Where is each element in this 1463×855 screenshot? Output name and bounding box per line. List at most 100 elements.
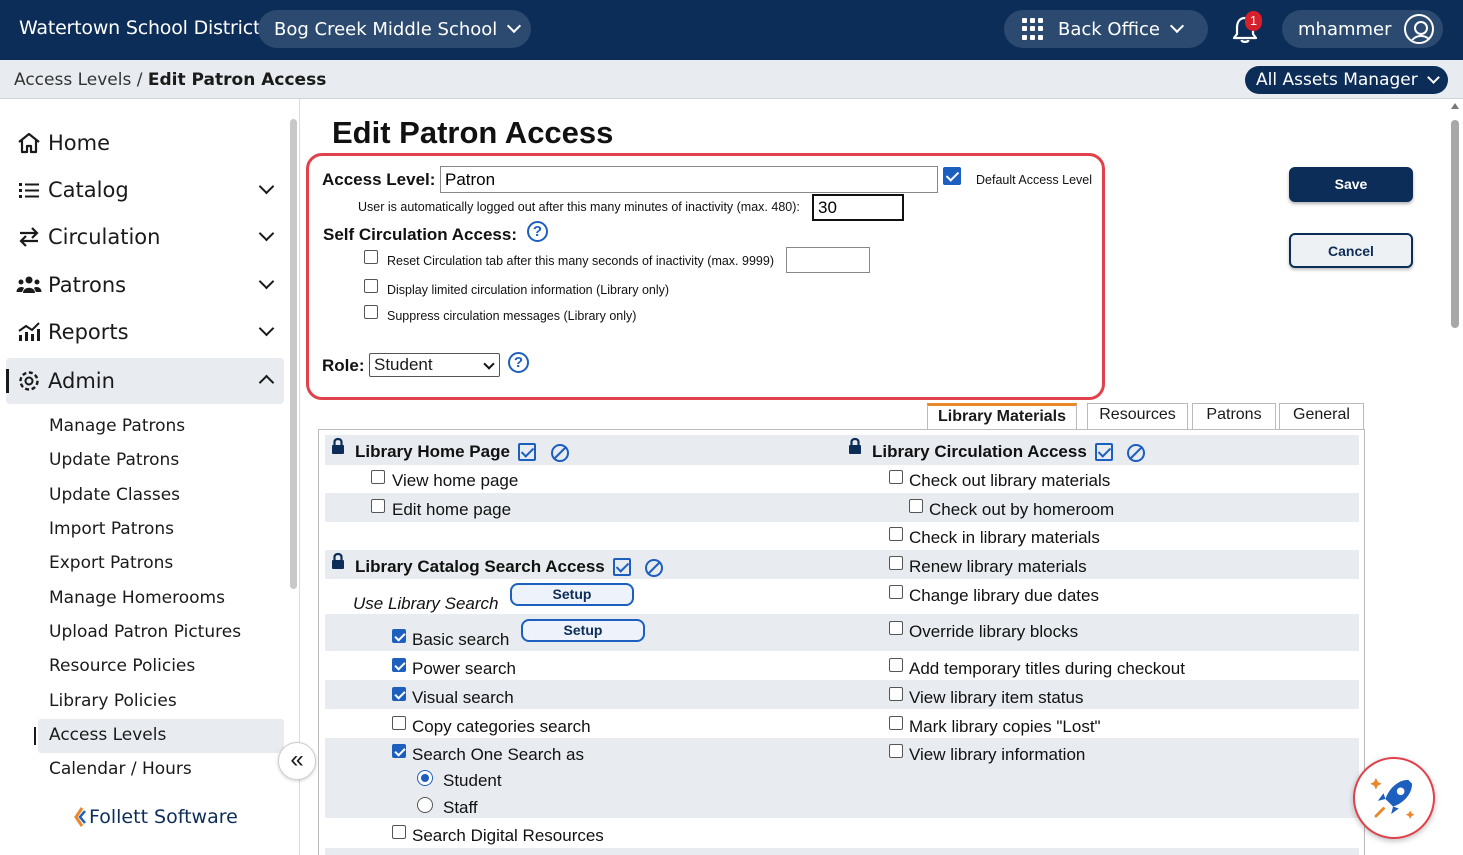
app-switcher[interactable]: Back Office: [1004, 10, 1208, 48]
edit-home-page-checkbox[interactable]: [371, 499, 385, 513]
limited-circulation-label: Display limited circulation information …: [387, 283, 670, 297]
user-menu[interactable]: mhammer: [1282, 10, 1443, 48]
sidebar-item-circulation[interactable]: Circulation: [6, 214, 284, 260]
suppress-messages-checkbox[interactable]: [364, 305, 378, 319]
select-all-check-icon[interactable]: [518, 443, 536, 461]
access-level-input[interactable]: [440, 166, 938, 193]
setup-button[interactable]: Setup: [510, 583, 634, 606]
section-library-catalog-search: Library Catalog Search Access: [355, 557, 605, 576]
sidebar-sub-upload-patron-pictures[interactable]: Upload Patron Pictures: [38, 616, 284, 650]
digital-resources-checkbox[interactable]: [392, 825, 406, 839]
chevron-down-icon: [258, 178, 275, 195]
help-icon[interactable]: ?: [508, 352, 529, 373]
tab-general[interactable]: General: [1279, 403, 1364, 430]
visual-search-checkbox[interactable]: [392, 687, 406, 701]
sidebar-sub-manage-patrons[interactable]: Manage Patrons: [38, 410, 284, 444]
check-in-checkbox[interactable]: [889, 527, 903, 541]
sidebar-sub-calendar-hours[interactable]: Calendar / Hours: [38, 753, 284, 787]
breadcrumb-access-levels[interactable]: Access Levels: [14, 70, 131, 90]
tab-resources[interactable]: Resources: [1087, 403, 1188, 430]
sidebar-item-catalog[interactable]: Catalog: [6, 167, 284, 213]
clear-all-icon[interactable]: [551, 444, 569, 462]
sidebar-item-label: Reports: [48, 320, 129, 344]
library-info-checkbox[interactable]: [889, 744, 903, 758]
chart-icon: [18, 322, 40, 341]
clear-all-icon[interactable]: [1127, 444, 1145, 462]
sidebar-item-home[interactable]: Home: [6, 120, 284, 166]
sidebar-item-label: Circulation: [48, 225, 161, 249]
check-out-homeroom-checkbox[interactable]: [909, 499, 923, 513]
rocket-icon: [1370, 778, 1415, 819]
sidebar-item-admin[interactable]: Admin: [6, 358, 284, 404]
sidebar-item-patrons[interactable]: Patrons: [6, 262, 284, 308]
select-all-check-icon[interactable]: [1095, 443, 1113, 461]
reset-seconds-input[interactable]: [786, 247, 870, 273]
chevron-down-icon: [258, 225, 275, 242]
chevron-down-icon: [258, 273, 275, 290]
tab-library-materials[interactable]: Library Materials: [927, 403, 1077, 430]
mark-lost-checkbox[interactable]: [889, 716, 903, 730]
role-select[interactable]: Student: [369, 353, 500, 377]
renew-label: Renew library materials: [909, 557, 1087, 576]
sidebar-sub-export-patrons[interactable]: Export Patrons: [38, 547, 284, 581]
rocket-launcher-button[interactable]: [1353, 757, 1435, 839]
cancel-button[interactable]: Cancel: [1289, 233, 1413, 268]
chevron-down-icon: [258, 320, 275, 337]
basic-search-label: Basic search: [412, 630, 510, 649]
limited-circulation-checkbox[interactable]: [364, 279, 378, 293]
sidebar-sub-import-patrons[interactable]: Import Patrons: [38, 513, 284, 547]
scroll-up-arrow-icon[interactable]: [1451, 103, 1459, 109]
check-out-label: Check out library materials: [909, 471, 1111, 490]
people-icon: [16, 276, 42, 293]
role-label: Role:: [322, 356, 365, 375]
section-library-circulation: Library Circulation Access: [872, 442, 1087, 461]
top-bar: Watertown School District Bog Creek Midd…: [0, 0, 1463, 60]
sidebar-sub-library-policies[interactable]: Library Policies: [38, 685, 284, 719]
sidebar-scrollbar[interactable]: [290, 119, 297, 589]
lock-icon: [332, 437, 344, 454]
sidebar-sub-update-patrons[interactable]: Update Patrons: [38, 444, 284, 478]
one-search-checkbox[interactable]: [392, 744, 406, 758]
clear-all-icon[interactable]: [645, 559, 663, 577]
temporary-titles-label: Add temporary titles during checkout: [909, 659, 1185, 678]
sidebar-sub-update-classes[interactable]: Update Classes: [38, 479, 284, 513]
tab-patrons[interactable]: Patrons: [1192, 403, 1276, 430]
help-icon[interactable]: ?: [527, 221, 548, 242]
school-name: Bog Creek Middle School: [274, 18, 498, 40]
default-access-level-checkbox[interactable]: [943, 167, 961, 185]
check-in-label: Check in library materials: [909, 528, 1100, 547]
power-search-checkbox[interactable]: [392, 658, 406, 672]
list-icon: [19, 183, 39, 198]
view-home-page-checkbox[interactable]: [371, 470, 385, 484]
temporary-titles-checkbox[interactable]: [889, 658, 903, 672]
copy-categories-label: Copy categories search: [412, 717, 591, 736]
reset-circulation-checkbox[interactable]: [364, 250, 378, 264]
apps-grid-icon: [1022, 18, 1044, 40]
setup-button[interactable]: Setup: [521, 619, 645, 642]
override-blocks-checkbox[interactable]: [889, 621, 903, 635]
save-button[interactable]: Save: [1289, 167, 1413, 202]
sidebar-item-reports[interactable]: Reports: [6, 309, 284, 355]
school-selector[interactable]: Bog Creek Middle School: [258, 10, 531, 48]
one-search-student-radio[interactable]: [417, 770, 433, 786]
renew-checkbox[interactable]: [889, 556, 903, 570]
change-due-dates-checkbox[interactable]: [889, 585, 903, 599]
mark-lost-label: Mark library copies "Lost": [909, 717, 1101, 736]
sidebar-item-label: Catalog: [48, 178, 129, 202]
chevron-down-icon: [507, 18, 522, 34]
avatar-icon: [1403, 14, 1434, 44]
basic-search-checkbox[interactable]: [392, 629, 406, 643]
check-out-checkbox[interactable]: [889, 470, 903, 484]
one-search-staff-label: Staff: [443, 798, 478, 817]
sidebar-sub-manage-homerooms[interactable]: Manage Homerooms: [38, 582, 284, 616]
collapse-sidebar-button[interactable]: «: [278, 742, 316, 780]
role-selector[interactable]: All Assets Manager: [1245, 66, 1448, 94]
item-status-checkbox[interactable]: [889, 687, 903, 701]
one-search-staff-radio[interactable]: [417, 797, 433, 813]
sidebar-sub-access-levels[interactable]: Access Levels: [34, 719, 284, 753]
copy-categories-checkbox[interactable]: [392, 716, 406, 730]
logout-minutes-input[interactable]: [812, 194, 904, 221]
select-all-check-icon[interactable]: [613, 558, 631, 576]
main-scrollbar-thumb[interactable]: [1451, 120, 1459, 328]
sidebar-sub-resource-policies[interactable]: Resource Policies: [38, 650, 284, 684]
